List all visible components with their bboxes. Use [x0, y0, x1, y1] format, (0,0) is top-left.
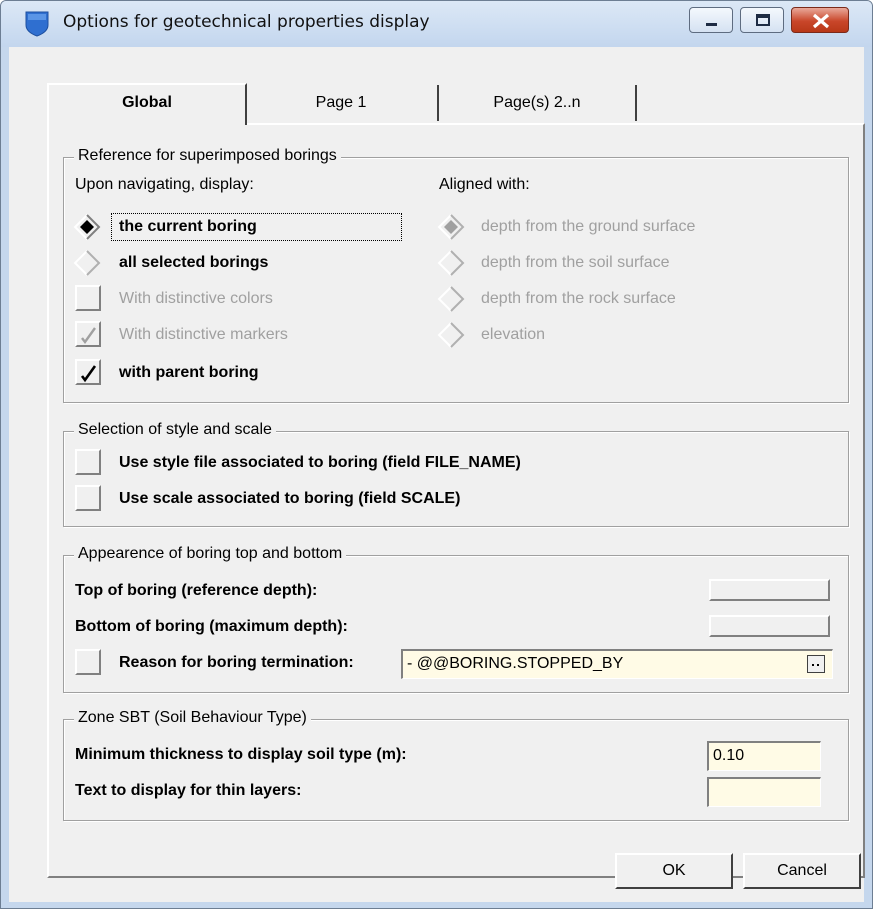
group-legend-appearance: Appearence of boring top and bottom: [74, 545, 347, 563]
radio-ground-surface[interactable]: [437, 213, 465, 241]
reason-termination-input[interactable]: - @@BORING.STOPPED_BY: [401, 649, 833, 679]
radio-current-boring[interactable]: [73, 213, 101, 241]
checkbox-reason-termination[interactable]: [75, 649, 101, 675]
title-bar[interactable]: Options for geotechnical properties disp…: [1, 1, 872, 47]
aligned-elevation-label: elevation: [481, 326, 546, 343]
min-thickness-label: Minimum thickness to display soil type (…: [75, 746, 407, 763]
checkbox-distinctive-markers[interactable]: [75, 321, 101, 347]
dialog-client-area: Global Page 1 Page(s) 2..n Reference for…: [9, 47, 865, 902]
close-icon: [812, 13, 830, 29]
radio-soil-surface[interactable]: [437, 249, 465, 277]
option-current-boring-label[interactable]: the current boring: [119, 217, 257, 237]
group-style-scale: Selection of style and scale: [63, 421, 849, 527]
top-of-boring-style-button[interactable]: [709, 579, 830, 601]
distinctive-colors-label: With distinctive colors: [119, 290, 273, 307]
maximize-button[interactable]: [740, 7, 784, 33]
browse-field-button[interactable]: [807, 655, 825, 673]
option-all-selected-label[interactable]: all selected borings: [119, 253, 268, 273]
distinctive-markers-label: With distinctive markers: [119, 326, 288, 343]
top-of-boring-label: Top of boring (reference depth):: [75, 582, 318, 599]
window-title: Options for geotechnical properties disp…: [63, 12, 430, 32]
radio-empty-icon: [73, 250, 101, 276]
checkmark-icon: [81, 327, 96, 345]
aligned-with-label: Aligned with:: [439, 176, 530, 193]
radio-rock-surface[interactable]: [437, 285, 465, 313]
minimize-button[interactable]: [689, 7, 733, 33]
app-shield-icon: [25, 11, 49, 37]
thin-layers-text-input[interactable]: [707, 777, 821, 807]
ellipsis-icon: [812, 664, 819, 666]
radio-elevation[interactable]: [437, 321, 465, 349]
group-legend-sbt: Zone SBT (Soil Behaviour Type): [74, 709, 311, 727]
radio-empty-icon: [437, 322, 465, 348]
radio-all-selected-borings[interactable]: [73, 249, 101, 277]
checkbox-use-scale[interactable]: [75, 485, 101, 511]
checkbox-parent-boring[interactable]: [75, 359, 101, 385]
bottom-of-boring-style-button[interactable]: [709, 615, 830, 637]
checkmark-icon: [80, 365, 97, 383]
checkbox-use-style-file[interactable]: [75, 449, 101, 475]
bottom-of-boring-label: Bottom of boring (maximum depth):: [75, 618, 348, 635]
use-style-file-label[interactable]: Use style file associated to boring (fie…: [119, 453, 521, 473]
parent-boring-label[interactable]: with parent boring: [119, 363, 259, 383]
radio-empty-icon: [437, 286, 465, 312]
radio-empty-icon: [437, 250, 465, 276]
maximize-icon: [756, 14, 770, 26]
aligned-ground-surface-label: depth from the ground surface: [481, 218, 696, 235]
tab-page-1[interactable]: Page 1: [245, 85, 439, 121]
minimize-icon: [706, 23, 717, 26]
group-legend-reference: Reference for superimposed borings: [74, 147, 341, 165]
cancel-button[interactable]: Cancel: [743, 853, 861, 889]
reason-termination-value: - @@BORING.STOPPED_BY: [407, 655, 624, 672]
checkbox-distinctive-colors[interactable]: [75, 285, 101, 311]
reason-termination-label[interactable]: Reason for boring termination:: [119, 653, 354, 673]
navigate-display-label: Upon navigating, display:: [75, 176, 254, 193]
tab-global[interactable]: Global: [47, 83, 247, 125]
tab-pages-2-n[interactable]: Page(s) 2..n: [439, 85, 637, 121]
aligned-soil-surface-label: depth from the soil surface: [481, 254, 670, 271]
use-scale-label[interactable]: Use scale associated to boring (field SC…: [119, 489, 460, 509]
dialog-window: Options for geotechnical properties disp…: [0, 0, 873, 909]
thin-layers-text-label: Text to display for thin layers:: [75, 782, 302, 799]
group-legend-style-scale: Selection of style and scale: [74, 421, 276, 439]
close-button[interactable]: [791, 7, 849, 33]
ok-button[interactable]: OK: [615, 853, 733, 889]
radio-selected-disabled-icon: [437, 214, 465, 240]
aligned-rock-surface-label: depth from the rock surface: [481, 290, 676, 307]
min-thickness-input[interactable]: 0.10: [707, 741, 821, 771]
radio-selected-icon: [73, 213, 101, 241]
